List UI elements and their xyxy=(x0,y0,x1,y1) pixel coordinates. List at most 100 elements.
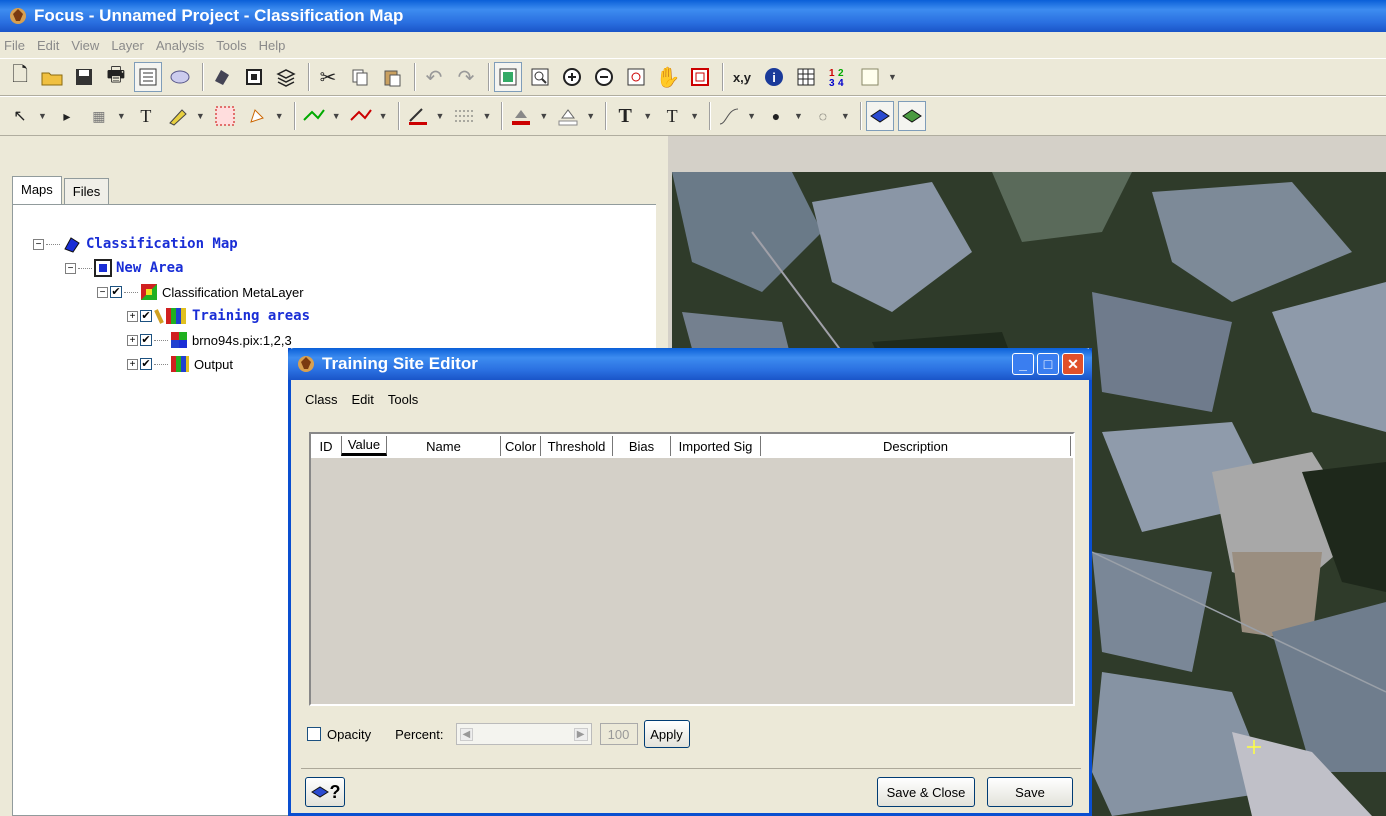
menu-file[interactable]: File xyxy=(4,38,25,53)
zoom-window-icon[interactable] xyxy=(526,62,554,92)
layer-checkbox[interactable]: ✔ xyxy=(140,310,152,322)
save-icon[interactable] xyxy=(70,62,98,92)
undo-icon[interactable]: ↶ xyxy=(420,62,448,92)
menu-tools[interactable]: Tools xyxy=(388,392,418,407)
expand-icon[interactable]: + xyxy=(127,310,138,322)
statistics-icon[interactable]: 1234 xyxy=(824,62,852,92)
column-imported-sig[interactable]: Imported Sig xyxy=(671,436,761,456)
column-name[interactable]: Name xyxy=(387,436,501,456)
area-icon[interactable] xyxy=(240,62,268,92)
chevron-down-icon[interactable]: ▼ xyxy=(841,111,850,121)
symbol-icon[interactable]: ● xyxy=(762,101,790,131)
chevron-down-icon[interactable]: ▼ xyxy=(379,111,388,121)
line-style-icon[interactable] xyxy=(450,101,478,131)
maximize-button[interactable]: □ xyxy=(1037,353,1059,375)
print-icon[interactable]: 🖶 xyxy=(102,62,130,92)
layer-checkbox[interactable]: ✔ xyxy=(110,286,122,298)
paste-icon[interactable] xyxy=(378,62,406,92)
percent-value-field[interactable]: 100 xyxy=(599,723,638,745)
help-button[interactable]: ? xyxy=(305,777,345,807)
chevron-down-icon[interactable]: ▼ xyxy=(643,111,652,121)
chevron-down-icon[interactable]: ▼ xyxy=(586,111,595,121)
column-value[interactable]: Value xyxy=(341,436,387,456)
slider-right-arrow-icon[interactable]: ▶ xyxy=(573,727,588,741)
tree-view-icon[interactable] xyxy=(134,62,162,92)
select-arrow-icon[interactable]: ↖ xyxy=(6,101,34,131)
chevron-down-icon[interactable]: ▼ xyxy=(794,111,803,121)
menu-help[interactable]: Help xyxy=(259,38,286,53)
new-file-icon[interactable]: 🗋 xyxy=(6,62,34,92)
chevron-down-icon[interactable]: ▼ xyxy=(196,111,205,121)
zoom-1-icon[interactable] xyxy=(622,62,650,92)
zoom-extent-icon[interactable] xyxy=(494,62,522,92)
expand-icon[interactable]: + xyxy=(127,358,138,370)
app-title-bar[interactable]: Focus - Unnamed Project - Classification… xyxy=(0,0,1386,32)
line-color-icon[interactable] xyxy=(404,101,432,131)
dialog-title-bar[interactable]: Training Site Editor _ □ ✕ xyxy=(288,348,1092,380)
chevron-down-icon[interactable]: ▼ xyxy=(117,111,126,121)
pattern-icon[interactable] xyxy=(211,101,239,131)
collapse-icon[interactable]: − xyxy=(97,286,108,298)
chevron-down-icon[interactable]: ▼ xyxy=(888,72,897,82)
layer-stack-icon[interactable] xyxy=(897,101,926,131)
menu-edit[interactable]: Edit xyxy=(352,392,374,407)
legend-icon[interactable] xyxy=(856,62,884,92)
chevron-down-icon[interactable]: ▼ xyxy=(539,111,548,121)
text-tool-icon[interactable]: T xyxy=(132,101,160,131)
minimize-button[interactable]: _ xyxy=(1012,353,1034,375)
tab-maps[interactable]: Maps xyxy=(12,176,62,204)
chevron-down-icon[interactable]: ▼ xyxy=(332,111,341,121)
column-description[interactable]: Description xyxy=(761,436,1071,456)
grid-icon[interactable]: ▦ xyxy=(85,101,113,131)
menu-analysis[interactable]: Analysis xyxy=(156,38,204,53)
redo-icon[interactable]: ↷ xyxy=(452,62,480,92)
opacity-slider[interactable]: ◀ ▶ xyxy=(455,723,592,745)
chevron-down-icon[interactable]: ▼ xyxy=(38,111,47,121)
info-icon[interactable]: i xyxy=(760,62,788,92)
zoom-out-icon[interactable] xyxy=(590,62,618,92)
point-icon[interactable]: ◌ xyxy=(809,101,837,131)
polygon-icon[interactable] xyxy=(243,101,271,131)
layer-order-icon[interactable] xyxy=(865,101,894,131)
chevron-down-icon[interactable]: ▼ xyxy=(690,111,699,121)
collapse-icon[interactable]: − xyxy=(33,238,44,250)
expand-icon[interactable]: + xyxy=(127,334,138,346)
layer-checkbox[interactable]: ✔ xyxy=(140,334,152,346)
tree-node-training-areas[interactable]: + ✔ Training areas xyxy=(127,307,310,325)
collapse-icon[interactable]: − xyxy=(65,262,76,274)
tree-node-root[interactable]: − Classification Map xyxy=(33,235,238,253)
open-folder-icon[interactable] xyxy=(38,62,66,92)
cut-icon[interactable]: ✂ xyxy=(314,62,342,92)
column-color[interactable]: Color xyxy=(501,436,541,456)
save-button[interactable]: Save xyxy=(987,777,1073,807)
menu-class[interactable]: Class xyxy=(305,392,338,407)
map-icon[interactable] xyxy=(208,62,236,92)
column-id[interactable]: ID xyxy=(311,436,341,456)
class-table[interactable]: ID Value Name Color Threshold Bias Impor… xyxy=(309,432,1075,706)
tab-files[interactable]: Files xyxy=(63,178,110,204)
close-button[interactable]: ✕ xyxy=(1062,353,1084,375)
pan-hand-icon[interactable]: ✋ xyxy=(654,62,682,92)
chevron-down-icon[interactable]: ▼ xyxy=(436,111,445,121)
curve-icon[interactable] xyxy=(715,101,743,131)
tree-node-metalayer[interactable]: − ✔ Classification MetaLayer xyxy=(97,283,304,301)
save-close-button[interactable]: Save & Close xyxy=(877,777,975,807)
chevron-down-icon[interactable]: ▼ xyxy=(275,111,284,121)
table-icon[interactable] xyxy=(792,62,820,92)
menu-edit[interactable]: Edit xyxy=(37,38,59,53)
tree-node-output[interactable]: + ✔ Output xyxy=(127,355,233,373)
coordinates-icon[interactable]: x,y xyxy=(728,62,756,92)
chevron-down-icon[interactable]: ▼ xyxy=(747,111,756,121)
column-threshold[interactable]: Threshold xyxy=(541,436,613,456)
apply-button[interactable]: Apply xyxy=(643,720,690,748)
zoom-in-icon[interactable] xyxy=(558,62,586,92)
copy-icon[interactable] xyxy=(346,62,374,92)
column-bias[interactable]: Bias xyxy=(613,436,671,456)
node-arrow-icon[interactable]: ▸ xyxy=(53,101,81,131)
chevron-down-icon[interactable]: ▼ xyxy=(482,111,491,121)
fill-color-icon[interactable] xyxy=(507,101,535,131)
pencil-icon[interactable] xyxy=(164,101,192,131)
opacity-checkbox[interactable] xyxy=(307,727,321,741)
fill-style-icon[interactable] xyxy=(554,101,582,131)
fit-icon[interactable] xyxy=(686,62,714,92)
